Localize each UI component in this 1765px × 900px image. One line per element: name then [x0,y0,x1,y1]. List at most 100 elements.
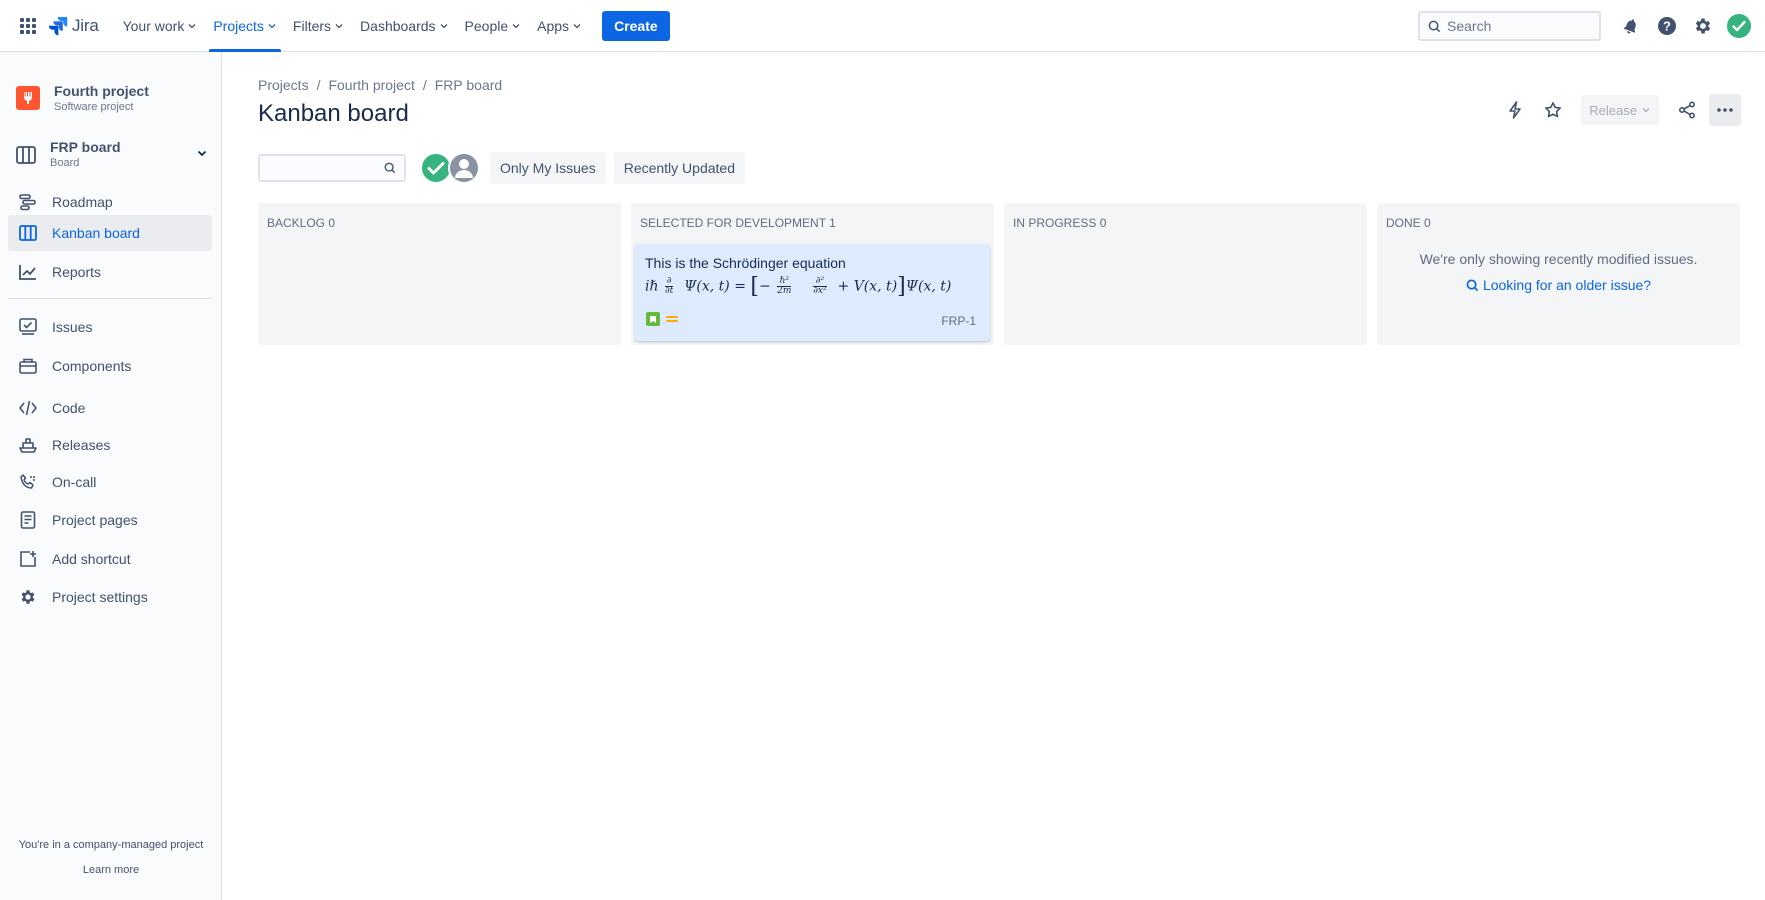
sidebar-item-components[interactable]: Components [8,348,212,384]
column-header: IN PROGRESS 0 [1013,216,1106,230]
nav-label: Filters [292,17,332,34]
project-name: Fourth project [54,83,149,99]
search-placeholder: Search [1447,18,1492,34]
notifications-bell-icon[interactable] [1613,8,1649,44]
search-icon [384,162,396,174]
sidebar-item-project-pages[interactable]: Project pages [8,502,212,538]
sidebar-item-project-settings[interactable]: Project settings [8,579,212,615]
recently-updated-filter[interactable]: Recently Updated [613,152,745,184]
sidebar-item-add-shortcut[interactable]: Add shortcut [8,541,212,577]
sidebar-item-label: Reports [52,264,102,280]
sidebar-item-kanban-board[interactable]: Kanban board [8,215,212,251]
automation-lightning-icon[interactable] [1499,94,1531,126]
sidebar-item-releases[interactable]: Releases [8,427,212,463]
share-icon[interactable] [1671,94,1703,126]
sidebar-divider [8,298,212,299]
issues-icon [18,317,38,337]
search-input[interactable]: Search [1418,11,1601,41]
learn-more-link[interactable]: Learn more [0,864,222,876]
unassigned-avatar[interactable] [448,152,480,184]
chevron-down-icon [1642,108,1650,113]
only-my-issues-filter[interactable]: Only My Issues [490,152,606,184]
breadcrumb-separator: / [316,77,321,93]
sidebar-item-label: Kanban board [52,225,140,241]
help-icon[interactable]: ? [1649,8,1685,44]
sidebar-item-on-call[interactable]: On-call [8,464,212,500]
column-backlog: BACKLOG 0 [258,203,621,345]
jira-logo-icon [48,16,68,35]
chevron-down-icon [573,23,581,28]
issue-key[interactable]: FRP-1 [941,314,976,328]
column-selected-for-development: SELECTED FOR DEVELOPMENT 1 This is the S… [631,203,994,345]
jira-logo[interactable]: Jira [48,16,99,36]
breadcrumb: Projects / Fourth project / FRP board [258,77,502,93]
board-columns: BACKLOG 0 SELECTED FOR DEVELOPMENT 1 Thi… [258,203,1740,345]
nav-label: Dashboards [360,17,436,34]
settings-gear-icon[interactable] [1685,8,1721,44]
svg-text:?: ? [1663,19,1671,34]
story-icon [646,312,660,326]
nav-projects[interactable]: Projects [205,0,285,52]
top-navigation: Jira Your work Projects Filters Dashboar… [0,0,1765,52]
column-name: IN PROGRESS [1013,216,1097,230]
sidebar-item-label: Components [52,358,132,374]
project-type: Software project [54,101,134,113]
column-count: 0 [328,216,336,230]
breadcrumb-projects[interactable]: Projects [258,77,309,93]
project-header[interactable]: Fourth project Software project [16,82,149,114]
component-icon [18,356,38,376]
column-header: BACKLOG 0 [267,216,335,230]
sidebar-item-reports[interactable]: Reports [8,254,212,290]
schrodinger-equation: iℏ ∂ ∂t Ψ(x, t) = [− ℏ² 2m ∂² ∂x² + V(x, t)… [645,274,952,299]
column-count: 1 [829,216,836,230]
create-button[interactable]: Create [602,10,670,41]
issue-card[interactable]: This is the Schrödinger equation iℏ ∂ ∂t … [635,244,990,341]
card-title: This is the Schrödinger equation [645,255,846,271]
release-button[interactable]: Release [1581,95,1659,125]
code-icon [18,398,38,418]
nav-label: Projects [213,17,264,34]
star-icon[interactable] [1537,94,1569,126]
header-actions: Release [1499,94,1741,126]
breadcrumb-board[interactable]: FRP board [435,77,502,93]
phone-icon [18,472,38,492]
column-name: DONE [1386,216,1421,230]
page-title: Kanban board [258,100,409,127]
sidebar-item-label: Add shortcut [52,551,131,567]
gear-icon [18,587,38,607]
search-icon [1428,20,1441,32]
nav-label: Your work [122,17,185,34]
priority-medium-icon [666,316,678,322]
chevron-down-icon [512,23,520,28]
board-icon [16,145,36,165]
nav-people[interactable]: People [457,0,530,52]
sidebar-item-label: Project pages [52,512,138,528]
column-count: 0 [1099,216,1107,230]
breadcrumb-project[interactable]: Fourth project [328,77,414,93]
sidebar-item-label: On-call [52,474,97,490]
nav-dashboards[interactable]: Dashboards [352,0,457,52]
board-search-input[interactable] [258,154,406,182]
project-avatar [16,86,40,110]
page-icon [18,510,38,530]
board-icon [18,223,38,243]
column-done: DONE 0 We're only showing recently modif… [1377,203,1740,345]
board-subtitle: Board [50,157,80,169]
search-icon [1466,279,1479,291]
profile-avatar[interactable] [1721,8,1757,44]
sidebar-item-issues[interactable]: Issues [8,309,212,345]
roadmap-icon [18,192,38,212]
sidebar-item-code[interactable]: Code [8,390,212,426]
more-actions-icon[interactable] [1709,94,1741,126]
chevron-down-icon [335,23,343,28]
older-issue-link[interactable]: Looking for an older issue? [1377,277,1740,293]
sidebar-item-label: Issues [52,319,93,335]
nav-your-work[interactable]: Your work [115,0,206,52]
board-selector[interactable]: FRP board Board [16,139,208,170]
project-sidebar: Fourth project Software project FRP boar… [0,52,222,900]
nav-filters[interactable]: Filters [285,0,352,52]
nav-apps[interactable]: Apps [529,0,590,52]
sidebar-item-label: Releases [52,437,111,453]
column-name: BACKLOG [267,216,326,230]
app-switcher-icon[interactable] [14,12,42,40]
